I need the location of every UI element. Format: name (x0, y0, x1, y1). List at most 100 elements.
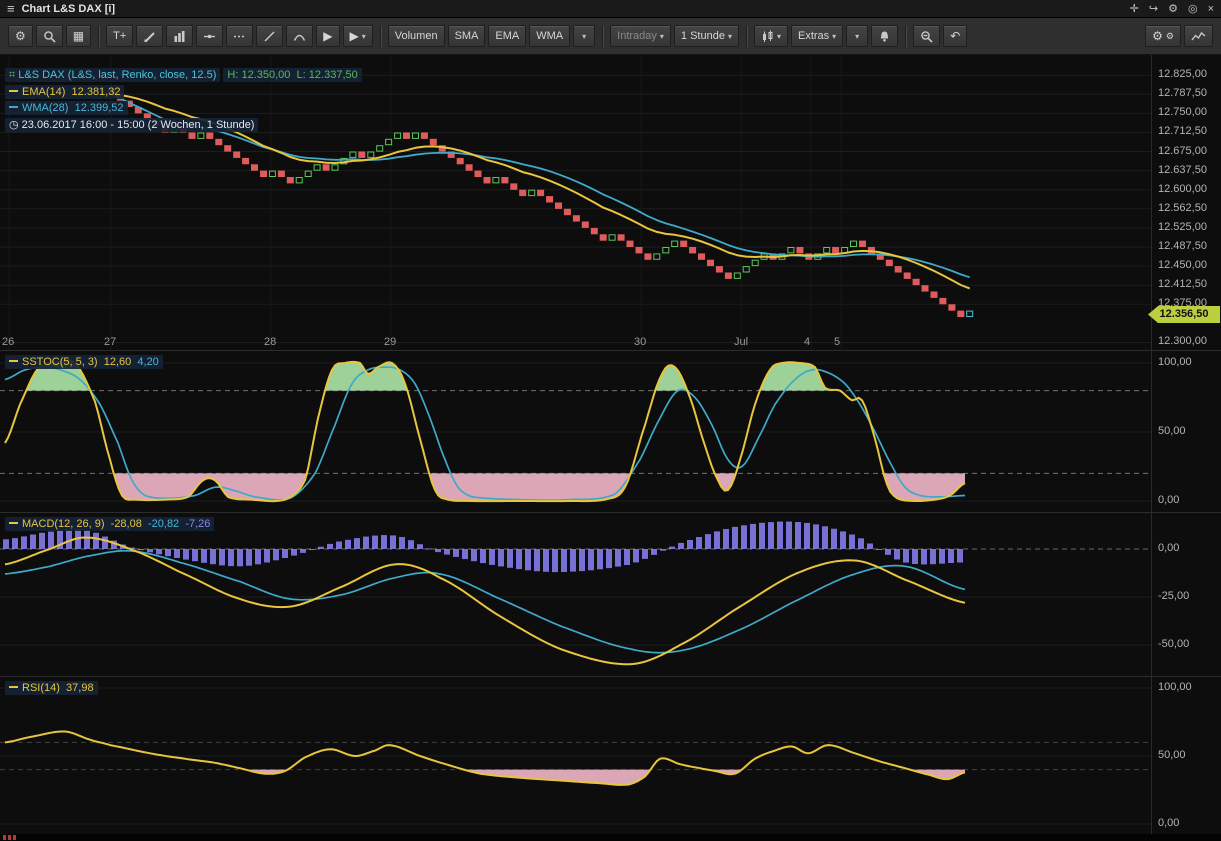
layout-grid-button[interactable]: ▦ (66, 25, 91, 47)
measure-tool-button[interactable] (166, 25, 193, 47)
close-icon[interactable]: × (1208, 0, 1214, 18)
price-axis[interactable]: 12.825,0012.787,5012.750,0012.712,5012.6… (1151, 55, 1221, 350)
settings-gear-icon[interactable]: ⚙ (1168, 0, 1178, 18)
wma-legend[interactable]: WMA(28) 12.399,52 (5, 102, 128, 114)
cursor-tool-button[interactable]: ▶ (316, 25, 339, 47)
macd-canvas[interactable] (0, 513, 1151, 677)
dashed-line-icon (233, 30, 246, 43)
sstoc-legend[interactable]: SSTOC(5, 5, 3) 12,60 4,20 (5, 356, 163, 368)
alerts-dropdown-button[interactable]: ▾ (846, 25, 868, 47)
sstoc-canvas[interactable] (0, 351, 1151, 513)
window-controls: ✛ ↪ ⚙ ◎ × (1130, 0, 1214, 18)
chevron-down-icon: ▾ (660, 32, 664, 41)
expand-icon[interactable]: ✛ (1130, 0, 1139, 18)
wma-button[interactable]: WMA (529, 25, 570, 47)
indicator-dropdown-button[interactable]: ▾ (573, 25, 595, 47)
toolbar-separator (602, 26, 603, 47)
sstoc-axis[interactable]: 100,0050,000,00 (1151, 351, 1221, 512)
chevron-down-icon: ▾ (582, 32, 586, 41)
chevron-down-icon: ▾ (728, 32, 732, 41)
symbol-name: L&S DAX (L&S, last, Renko, close, 12.5) (18, 69, 216, 81)
pencil-tool-button[interactable] (136, 25, 163, 47)
curve-tool-button[interactable] (286, 25, 313, 47)
toolbar-separator (380, 26, 381, 47)
toolbar-separator (905, 26, 906, 47)
titlebar: ≡ Chart L&S DAX [i] ✛ ↪ ⚙ ◎ × (0, 0, 1221, 18)
chevron-down-icon: ▾ (777, 32, 781, 41)
play-icon: ▶ (323, 30, 332, 42)
macd-pane[interactable]: MACD(12, 26, 9) -28,08 -20,82 -7,26 0,00… (0, 513, 1221, 677)
interval-dropdown[interactable]: 1 Stunde▾ (674, 25, 739, 47)
toolbar-separator (746, 26, 747, 47)
macd-line-icon (9, 522, 18, 524)
curve-icon (293, 30, 306, 43)
zoom-tool-button[interactable] (36, 25, 63, 47)
mini-chart-button[interactable] (1184, 25, 1213, 47)
connection-status-icon (3, 835, 16, 840)
text-tool-button[interactable]: T+ (106, 25, 133, 47)
ema-button[interactable]: EMA (488, 25, 526, 47)
bell-icon (878, 30, 891, 43)
rsi-legend[interactable]: RSI(14) 37,98 (5, 682, 98, 694)
intraday-dropdown[interactable]: Intraday▾ (610, 25, 671, 47)
bottom-statusbar (0, 834, 1221, 841)
rsi-canvas[interactable] (0, 677, 1151, 834)
volumen-button[interactable]: Volumen (388, 25, 445, 47)
chart-application: ≡ Chart L&S DAX [i] ✛ ↪ ⚙ ◎ × ⚙ ▦ T+ ▶ ▶… (0, 0, 1221, 841)
chevron-down-icon: ▾ (832, 32, 836, 41)
chevron-down-icon: ▾ (855, 32, 859, 41)
high-low-values: H: 12.350,00 L: 12.337,50 (223, 68, 361, 82)
sstoc-line-icon (9, 360, 18, 362)
record-icon[interactable]: ◎ (1188, 0, 1198, 18)
instrument-icon: ⌗ (9, 69, 15, 81)
play-icon: ▶ (350, 30, 359, 42)
trend-line-icon (263, 30, 276, 43)
menu-icon[interactable]: ≡ (7, 1, 15, 16)
main-chart-canvas[interactable] (0, 55, 1151, 351)
rsi-pane[interactable]: RSI(14) 37,98 100,0050,000,00 (0, 677, 1221, 834)
chart-settings-button[interactable]: ⚙ (8, 25, 33, 47)
link-settings-button[interactable]: ⚙⚙ (1145, 25, 1181, 47)
rsi-line-icon (9, 686, 18, 688)
dashed-line-tool-button[interactable] (226, 25, 253, 47)
popout-icon[interactable]: ↪ (1149, 0, 1158, 18)
grid-icon: ▦ (73, 30, 84, 42)
gear-small-icon: ⚙ (1166, 30, 1174, 42)
daterange-legend: ◷ 23.06.2017 16:00 - 15:00 (2 Wochen, 1 … (5, 118, 258, 131)
zoom-out-button[interactable] (913, 25, 940, 47)
sparkline-icon (1191, 30, 1206, 43)
horizontal-line-icon (203, 30, 216, 43)
magnifier-minus-icon (920, 30, 933, 43)
ema-legend[interactable]: EMA(14) 12.381,32 (5, 86, 124, 98)
double-gear-icon: ⚙ (1152, 30, 1163, 42)
bars-icon (173, 30, 186, 43)
alarm-button[interactable] (871, 25, 898, 47)
chevron-down-icon: ▾ (362, 32, 366, 41)
undo-icon: ↶ (950, 30, 960, 42)
toolbar-separator (98, 26, 99, 47)
sstoc-pane[interactable]: SSTOC(5, 5, 3) 12,60 4,20 100,0050,000,0… (0, 351, 1221, 513)
toolbar: ⚙ ▦ T+ ▶ ▶▾ Volumen SMA EMA WMA ▾ Intrad… (0, 18, 1221, 55)
clock-icon: ◷ (9, 119, 19, 131)
magnifier-icon (43, 30, 56, 43)
trend-line-tool-button[interactable] (256, 25, 283, 47)
price-badge: 12.356,50 (1148, 306, 1220, 323)
cursor-dropdown-button[interactable]: ▶▾ (343, 25, 373, 47)
candlestick-icon (761, 30, 774, 43)
symbol-legend[interactable]: ⌗ L&S DAX (L&S, last, Renko, close, 12.5… (5, 69, 362, 82)
window-title: Chart L&S DAX [i] (22, 3, 116, 15)
sma-button[interactable]: SMA (448, 25, 486, 47)
extras-dropdown[interactable]: Extras▾ (791, 25, 843, 47)
ema-line-icon (9, 90, 18, 92)
macd-legend[interactable]: MACD(12, 26, 9) -28,08 -20,82 -7,26 (5, 518, 214, 530)
pencil-icon (143, 30, 156, 43)
gear-icon: ⚙ (15, 30, 26, 42)
macd-axis[interactable]: 0,00-25,00-50,00 (1151, 513, 1221, 676)
horizontal-line-tool-button[interactable] (196, 25, 223, 47)
chart-type-dropdown[interactable]: ▾ (754, 25, 788, 47)
main-chart-pane[interactable]: ⌗ L&S DAX (L&S, last, Renko, close, 12.5… (0, 55, 1221, 351)
wma-line-icon (9, 106, 18, 108)
undo-button[interactable]: ↶ (943, 25, 967, 47)
text-tool-icon: T+ (113, 30, 126, 42)
rsi-axis[interactable]: 100,0050,000,00 (1151, 677, 1221, 834)
